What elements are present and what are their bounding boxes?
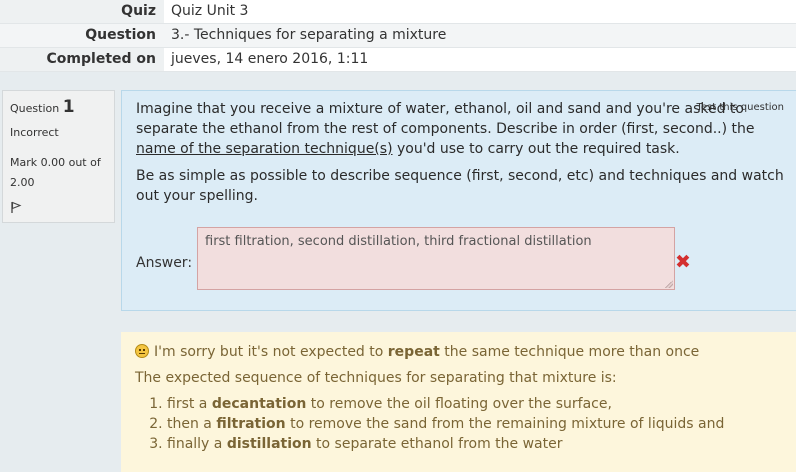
feedback-bold: repeat: [387, 344, 440, 360]
step-text: to remove the sand from the remaining mi…: [285, 416, 725, 432]
step-technique: distillation: [226, 436, 312, 452]
technique-list: first a decantation to remove the oil fl…: [135, 394, 787, 454]
summary-label: Quiz: [0, 0, 164, 23]
incorrect-icon: ✖: [675, 251, 691, 273]
step-text: to separate ethanol from the water: [311, 436, 563, 452]
list-item: first a decantation to remove the oil fl…: [167, 394, 787, 414]
question-text-part: you'd use to carry out the required task…: [392, 141, 680, 157]
question-number-value: 1: [62, 97, 75, 117]
summary-row-question: Question 3.- Techniques for separating a…: [0, 24, 796, 48]
feedback-text: the same technique more than once: [439, 344, 700, 360]
list-item: finally a distillation to separate ethan…: [167, 434, 787, 454]
attempt-summary-table: Quiz Quiz Unit 3 Question 3.- Techniques…: [0, 0, 796, 72]
answer-value: first filtration, second distillation, t…: [205, 234, 592, 249]
summary-label: Question: [0, 24, 164, 47]
question-text-underline: name of the separation technique(s): [136, 141, 393, 157]
resize-handle-icon[interactable]: [665, 280, 673, 288]
summary-label: Completed on: [0, 48, 164, 71]
summary-value: 3.- Techniques for separating a mixture: [164, 24, 796, 47]
step-technique: decantation: [211, 396, 307, 412]
summary-value: Quiz Unit 3: [164, 0, 796, 23]
list-item: then a filtration to remove the sand fro…: [167, 414, 787, 434]
step-text: finally a: [167, 436, 227, 452]
feedback-line-2: The expected sequence of techniques for …: [135, 370, 617, 386]
question-paragraph-2: Be as simple as possible to describe seq…: [136, 168, 784, 204]
question-word: Question: [10, 102, 60, 115]
feedback-line-1: I'm sorry but it's not expected to repea…: [135, 342, 787, 362]
question-box: Test this question Imagine that you rece…: [121, 90, 796, 311]
summary-value: jueves, 14 enero 2016, 1:11: [164, 48, 796, 71]
question-grade: Mark 0.00 out of 2.00: [10, 156, 101, 189]
question-text: Imagine that you receive a mixture of wa…: [136, 99, 791, 213]
feedback-box: I'm sorry but it's not expected to repea…: [121, 332, 796, 472]
question-state: Incorrect: [10, 126, 59, 139]
step-technique: filtration: [216, 416, 286, 432]
question-text-part: Imagine that you receive a mixture of wa…: [136, 101, 755, 137]
step-text: first a: [167, 396, 212, 412]
question-paragraph-1: Imagine that you receive a mixture of wa…: [136, 99, 791, 159]
step-text: then a: [167, 416, 217, 432]
step-text: to remove the oil floating over the surf…: [306, 396, 612, 412]
summary-row-quiz: Quiz Quiz Unit 3: [0, 0, 796, 24]
question-number: Question 1: [10, 97, 107, 117]
summary-row-completed: Completed on jueves, 14 enero 2016, 1:11: [0, 48, 796, 72]
answer-textarea[interactable]: first filtration, second distillation, t…: [197, 227, 675, 290]
sad-face-icon: [135, 344, 149, 358]
answer-label: Answer:: [136, 255, 193, 271]
flag-icon[interactable]: [10, 201, 107, 217]
feedback-text: I'm sorry but it's not expected to: [154, 344, 388, 360]
question-info-panel: Question 1 Incorrect Mark 0.00 out of 2.…: [2, 90, 115, 223]
